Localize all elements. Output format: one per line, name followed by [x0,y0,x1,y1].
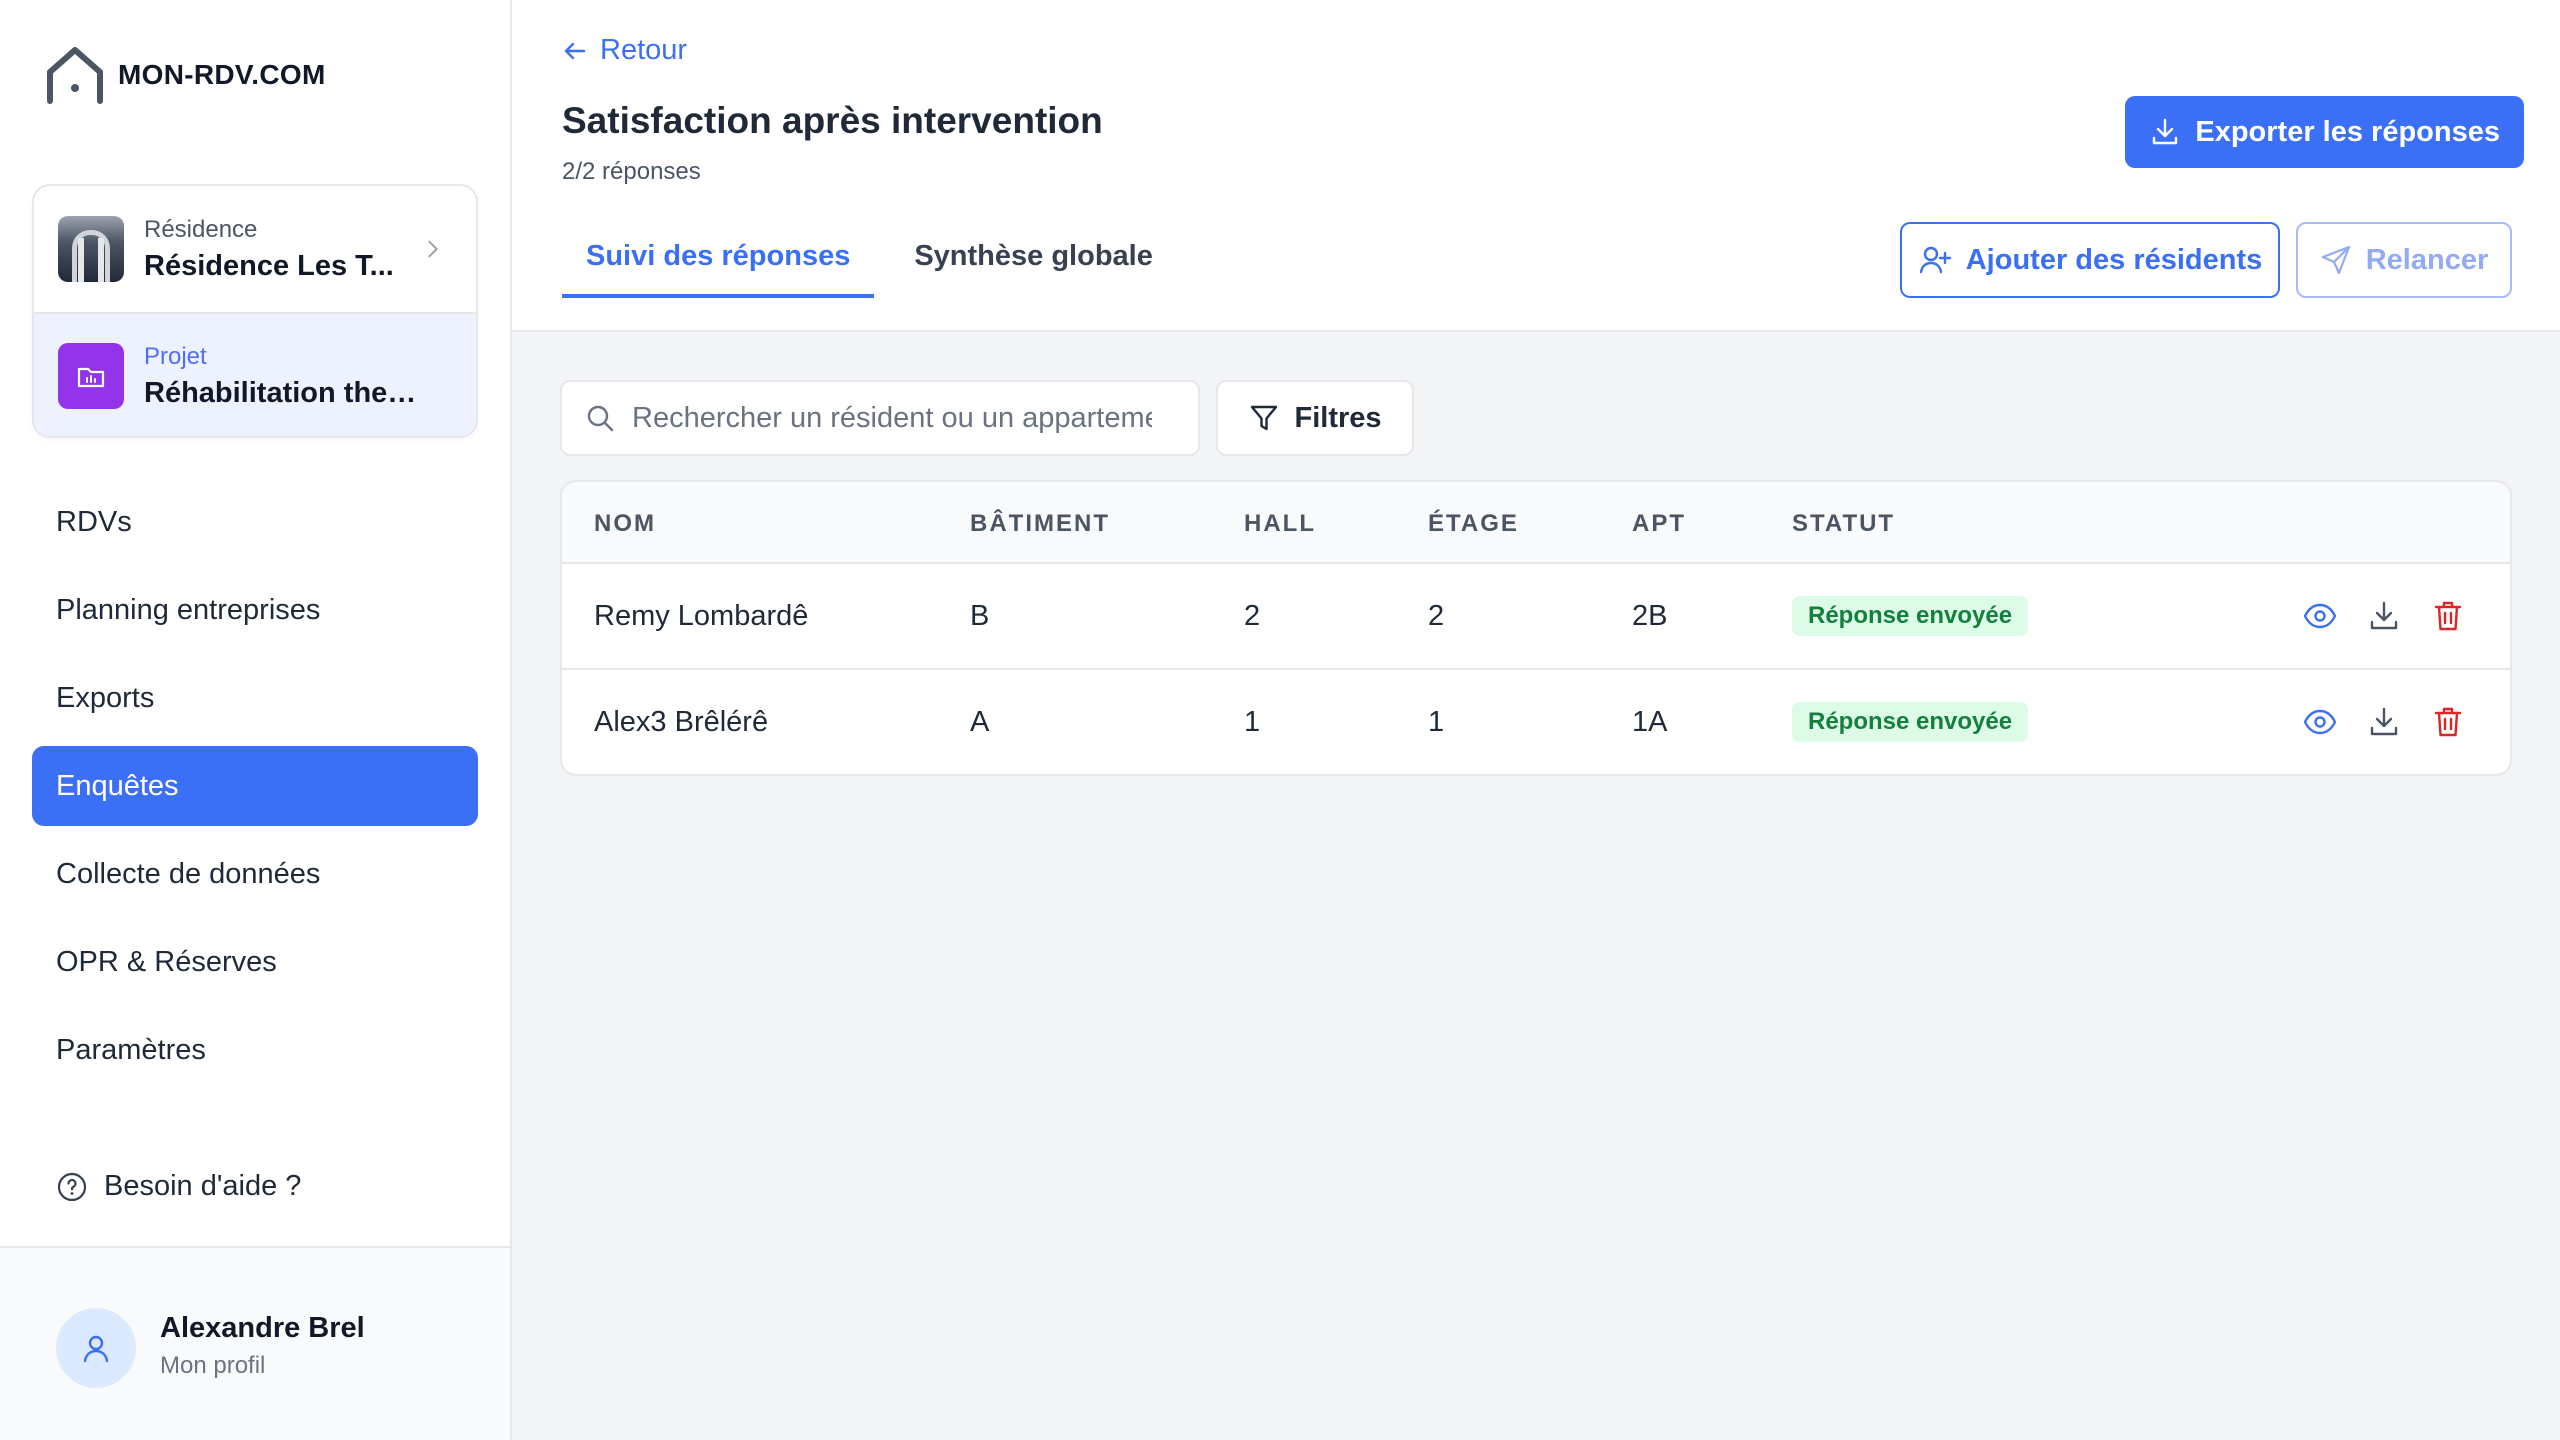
tab-suivi-des-reponses[interactable]: Suivi des réponses [562,222,875,298]
app-logo[interactable]: MON-RDV.COM [44,44,326,106]
profile-name: Alexandre Brel [160,1312,365,1344]
folder-icon [77,367,105,388]
add-residents-button[interactable]: Ajouter des résidents [1900,222,2280,298]
residence-name: Résidence Les T... [144,249,394,282]
cell-apt: 1A [1632,706,1668,738]
column-header-statut: STATUT [1792,510,1896,537]
trash-icon [2434,601,2462,631]
logo-text: MON-RDV.COM [118,59,326,90]
residence-thumbnail [58,216,124,282]
help-label: Besoin d'aide ? [104,1170,302,1202]
export-responses-button[interactable]: Exporter les réponses [2125,96,2524,168]
project-selector[interactable]: Projet Réhabilitation therm... [34,312,476,436]
add-residents-label: Ajouter des résidents [1965,243,2263,276]
relaunch-label: Relancer [2365,243,2489,276]
tab-synthese-globale[interactable]: Synthèse globale [890,222,1177,298]
table-header: NOM BÂTIMENT HALL ÉTAGE APT STATUT [562,482,2510,564]
search-icon [587,405,614,432]
main-nav: RDVs Planning entreprises Exports Enquêt… [32,482,478,1098]
download-icon [2153,118,2178,145]
view-button[interactable] [2302,598,2338,634]
nav-item-opr-reserves[interactable]: OPR & Réserves [32,922,478,1002]
download-icon [2370,601,2398,630]
project-name: Réhabilitation therm... [144,376,426,409]
download-button[interactable] [2366,598,2402,634]
cell-nom: Alex3 Brêlérê [594,706,769,738]
back-link[interactable]: Retour [562,34,687,67]
tabs: Suivi des réponses Synthèse globale [562,222,1193,298]
profile-link[interactable]: Mon profil [160,1352,265,1380]
nav-item-planning-entreprises[interactable]: Planning entreprises [32,570,478,650]
export-label: Exporter les réponses [2195,115,2500,148]
column-header-apt: APT [1632,510,1686,537]
sidebar: MON-RDV.COM Résidence Résidence Les T... [0,0,512,1440]
delete-button[interactable] [2430,598,2466,634]
view-button[interactable] [2302,704,2338,740]
nav-item-rdvs[interactable]: RDVs [32,482,478,562]
avatar [56,1308,136,1388]
filter-icon [1251,405,1278,431]
cell-hall: 1 [1244,706,1261,738]
relaunch-button[interactable]: Relancer [2296,222,2512,298]
status-badge: Réponse envoyée [1792,596,2029,636]
user-plus-icon [1919,246,1951,274]
search-box [560,380,1200,456]
table-row[interactable]: Alex3 Brêlérê A 1 1 1A Réponse envoyée [562,670,2510,774]
column-header-batiment: BÂTIMENT [970,510,1110,537]
send-icon [2321,245,2350,275]
residence-label: Résidence [144,215,258,243]
user-profile[interactable]: Alexandre Brel Mon profil [0,1246,510,1440]
user-icon [83,1335,109,1363]
table-row[interactable]: Remy Lombardê B 2 2 2B Réponse envoyée [562,564,2510,670]
nav-item-enquetes[interactable]: Enquêtes [32,746,478,826]
cell-nom: Remy Lombardê [594,600,809,632]
back-label: Retour [600,34,688,66]
cell-apt: 2B [1632,600,1668,632]
status-badge: Réponse envoyée [1792,702,2029,742]
filters-label: Filtres [1294,401,1382,434]
help-link[interactable]: Besoin d'aide ? [56,1170,301,1203]
response-count: 2/2 réponses [562,158,701,185]
cell-batiment: A [970,706,990,738]
cell-batiment: B [970,600,990,632]
responses-table: NOM BÂTIMENT HALL ÉTAGE APT STATUT Remy … [560,480,2512,776]
eye-icon [2303,603,2337,629]
eye-icon [2303,709,2337,735]
cell-hall: 2 [1244,600,1261,632]
help-circle-icon [57,1172,87,1201]
context-selector: Résidence Résidence Les T... Projet Réha… [32,184,478,438]
page-title: Satisfaction après intervention [562,100,1103,141]
column-header-etage: ÉTAGE [1428,510,1519,537]
arrow-left-icon [564,42,586,59]
cell-etage: 2 [1428,600,1445,632]
trash-icon [2434,707,2462,737]
nav-item-collecte-de-donnees[interactable]: Collecte de données [32,834,478,914]
home-logo-icon [47,47,103,104]
download-icon [2370,707,2398,736]
column-header-nom: NOM [594,510,656,537]
delete-button[interactable] [2430,704,2466,740]
project-thumbnail [58,343,124,409]
residence-selector[interactable]: Résidence Résidence Les T... [34,186,476,312]
search-input[interactable] [632,401,1152,435]
filters-button[interactable]: Filtres [1216,380,1414,456]
nav-item-parametres[interactable]: Paramètres [32,1010,478,1090]
chevron-right-icon [428,240,438,258]
column-header-hall: HALL [1244,510,1316,537]
nav-item-exports[interactable]: Exports [32,658,478,738]
download-button[interactable] [2366,704,2402,740]
project-label: Projet [144,342,207,370]
cell-etage: 1 [1428,706,1445,738]
